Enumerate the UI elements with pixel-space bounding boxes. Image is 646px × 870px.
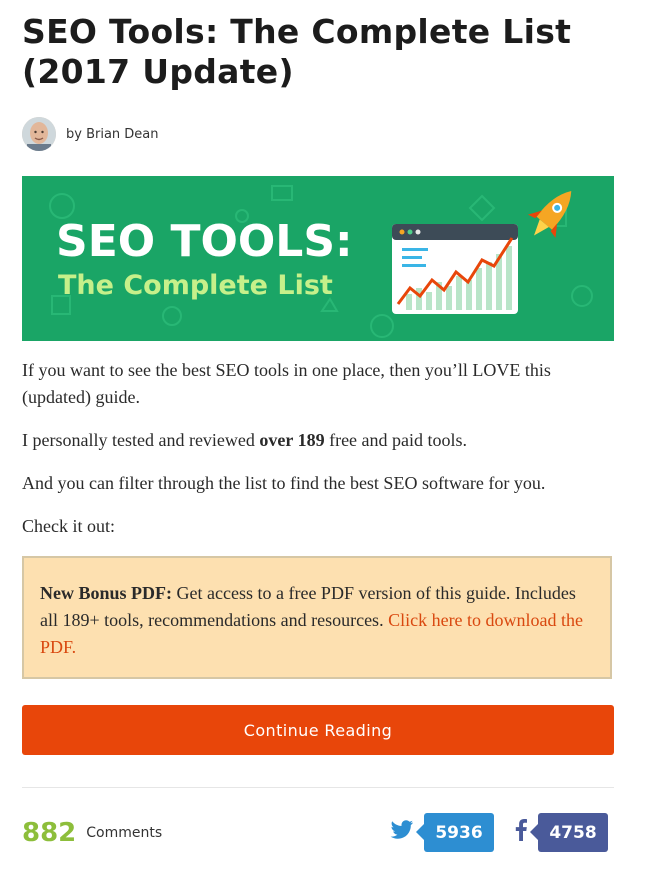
twitter-count: 5936 [416, 813, 494, 852]
intro-paragraph-4: Check it out: [22, 516, 115, 536]
author-avatar [22, 117, 56, 151]
author-byline: by Brian Dean [22, 116, 159, 152]
continue-reading-button[interactable]: Continue Reading [22, 705, 614, 755]
facebook-share-button[interactable]: 4758 [514, 813, 608, 852]
twitter-share-button[interactable]: 5936 [390, 813, 494, 852]
intro-paragraph-3: And you can filter through the list to f… [22, 473, 546, 493]
bonus-lead: New Bonus PDF: [40, 583, 173, 603]
page-title: SEO Tools: The Complete List (2017 Updat… [22, 12, 572, 91]
author-name[interactable]: by Brian Dean [66, 127, 159, 142]
hero-title: SEO TOOLS: [56, 216, 353, 267]
comment-count: 882 [22, 818, 77, 848]
comments-label: Comments [86, 825, 163, 841]
facebook-f-icon [514, 819, 528, 846]
intro-paragraph-2: I personally tested and reviewed over 18… [22, 430, 468, 450]
intro-paragraph-1: If you want to see the best SEO tools in… [22, 360, 551, 407]
comments-link[interactable]: 882 Comments [22, 812, 162, 854]
facebook-count: 4758 [530, 813, 608, 852]
footer-divider [22, 787, 614, 788]
twitter-bird-icon [390, 820, 414, 845]
bonus-pdf-callout: New Bonus PDF: Get access to a free PDF … [22, 556, 612, 679]
chart-window-illustration [392, 224, 518, 314]
hero-subtitle: The Complete List [58, 270, 333, 301]
hero-banner: SEO TOOLS: The Complete List [22, 176, 614, 341]
tools-count-highlight: over 189 [259, 430, 325, 450]
